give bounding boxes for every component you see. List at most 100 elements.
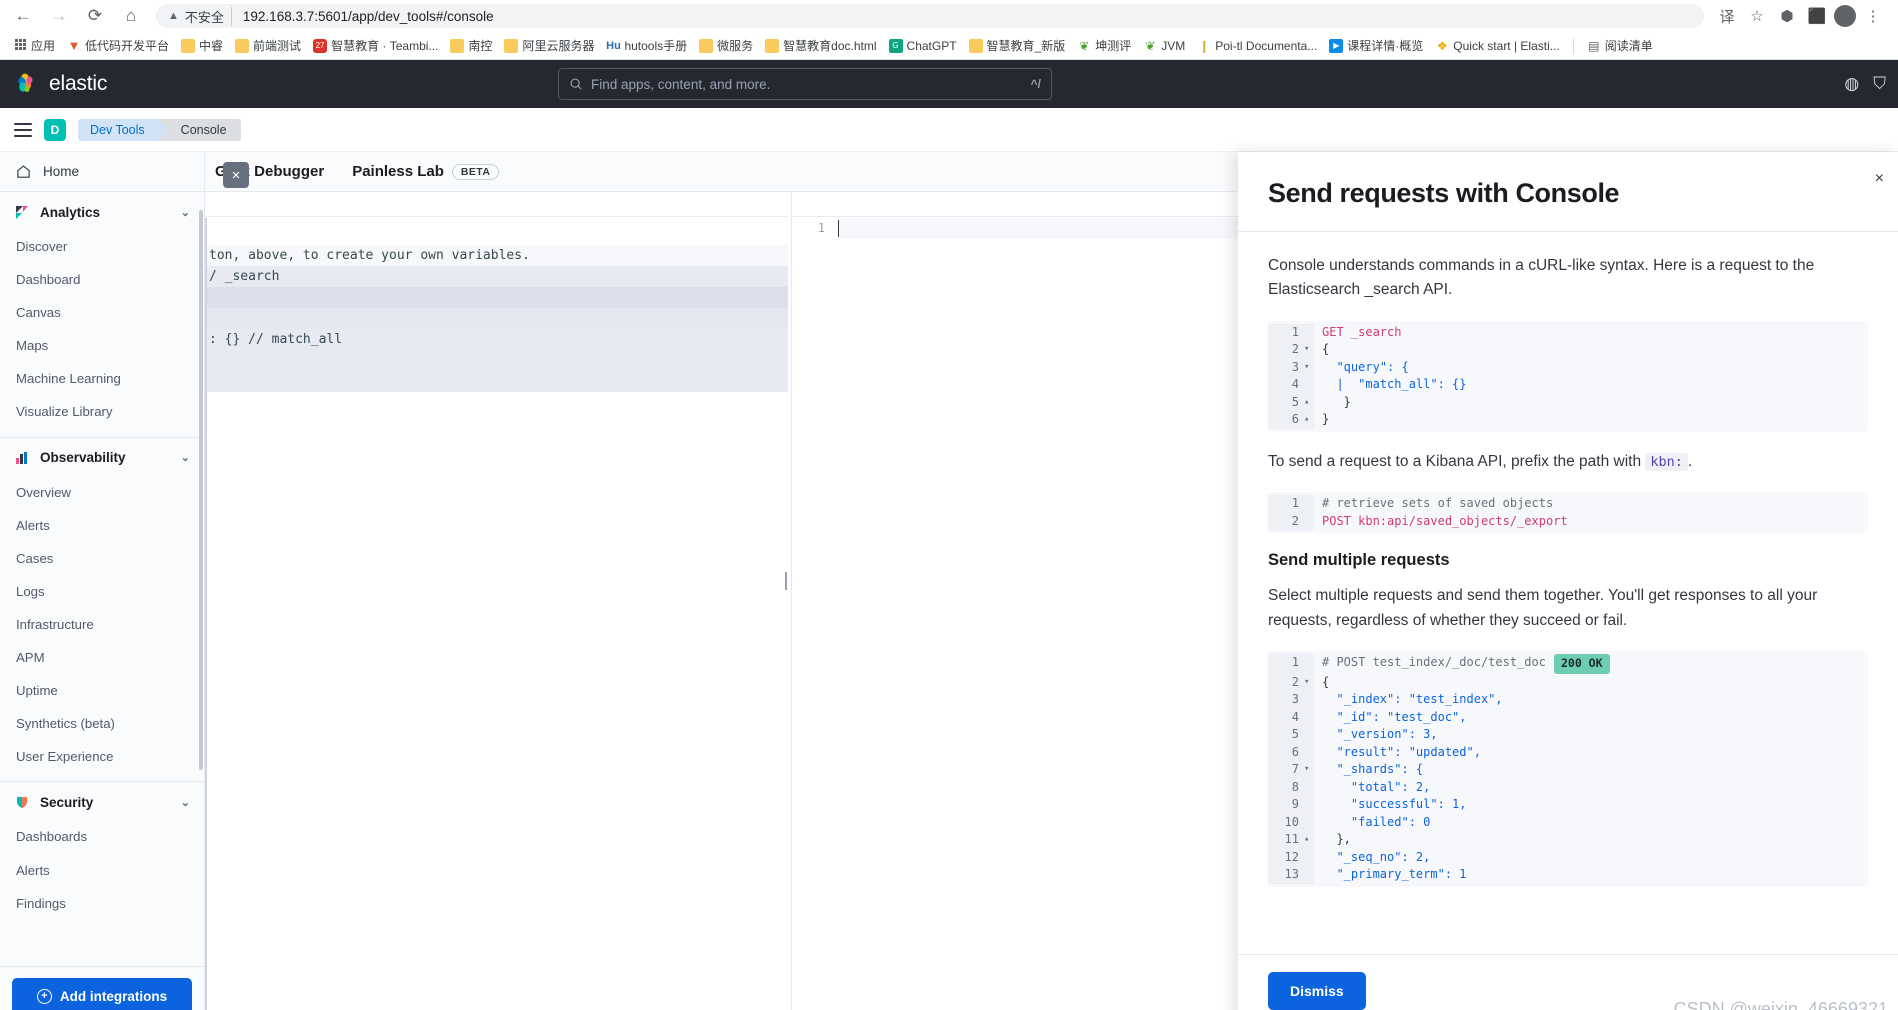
sidebar-item-machine-learning[interactable]: Machine Learning [0,362,204,395]
bookmark-apps[interactable]: 应用 [8,35,60,56]
sidebar-item-discover[interactable]: Discover [0,230,204,263]
editor-line-blank3[interactable] [205,350,788,371]
sidebar-group-observability[interactable]: Observability ⌄ [0,438,204,476]
sidebar-item-visualize-library[interactable]: Visualize Library [0,395,204,428]
bookmark-item[interactable]: 阿里云服务器 [499,35,599,56]
fold-icon[interactable]: ▴ [1304,831,1314,849]
bookmark-item[interactable]: ▶ 课程详情·概览 [1324,35,1428,56]
reload-button[interactable]: ⟳ [78,1,112,31]
back-button[interactable]: ← [6,1,40,31]
sidebar-item-findings[interactable]: Findings [0,887,204,920]
translate-icon[interactable]: 译 [1714,3,1740,29]
status-badge: 200 OK [1553,654,1610,674]
sidebar-item-logs[interactable]: Logs [0,575,204,608]
sidebar-item-synthetics[interactable]: Synthetics (beta) [0,707,204,740]
apps-grid-icon [13,38,27,53]
editor-line[interactable]: ton, above, to create your own variables… [205,245,788,266]
address-bar[interactable]: ▲ 不安全 192.168.3.7:5601/app/dev_tools#/co… [156,4,1704,28]
editor-line-blank[interactable] [205,287,788,308]
elastic-brand-label: elastic [49,72,108,95]
elastic-logo[interactable]: elastic [16,72,107,96]
code-row: 3 "_index": "test_index", [1268,691,1868,709]
fold-icon[interactable]: ▴ [1304,393,1314,412]
code-row: 2 POST kbn:api/saved_objects/_export [1268,512,1868,531]
code-row: 5 "_version": 3, [1268,726,1868,744]
forward-button[interactable]: → [42,1,76,31]
bookmark-item[interactable]: 前端测试 [230,35,306,56]
dismiss-button[interactable]: Dismiss [1268,971,1366,1010]
fold-icon[interactable]: ▾ [1304,341,1314,359]
breadcrumb-item-console[interactable]: Console [158,118,241,141]
account-icon[interactable]: ⛉ [1873,74,1886,94]
sidebar-group-security[interactable]: Security ⌄ [0,782,204,820]
code-row: 1 GET _search [1268,323,1868,342]
help-close-icon[interactable]: × [1875,170,1884,188]
bookmark-item[interactable]: 智慧教育_新版 [964,35,1071,56]
bookmark-item[interactable]: ❙ Poi-tl Documenta... [1192,37,1322,55]
bookmark-item[interactable]: 智慧教育doc.html [760,35,881,56]
profile-avatar[interactable] [1834,5,1856,27]
calendar-icon: 27 [313,38,328,53]
close-icon[interactable]: × [223,162,249,188]
bookmark-item[interactable]: Hu hutools手册 [601,35,692,56]
sidebar-item-overview[interactable]: Overview [0,476,204,509]
code-text: # POST test_index/_doc/test_doc [1322,655,1546,670]
extension-puzzle-icon[interactable]: ⬢ [1774,3,1800,29]
bookmark-item[interactable]: 中睿 [176,35,228,56]
code-text: } [1322,412,1330,427]
bookmark-item[interactable]: G ChatGPT [884,37,962,55]
extension-icon[interactable]: ⬛ [1804,3,1830,29]
editor-line[interactable]: / _search [205,266,788,287]
bookmark-item[interactable]: ❦ 坤测评 [1072,35,1136,56]
bookmark-item[interactable]: 微服务 [694,35,758,56]
global-search-input[interactable]: Find apps, content, and more. ^/ [558,68,1052,100]
code-row: 7 ▾ "_shards": { [1268,761,1868,779]
nav-menu-toggle[interactable] [14,122,32,137]
help-circle-icon[interactable]: ◍ [1844,74,1859,94]
bookmark-item[interactable]: 27 智慧教育 · Teambi... [308,35,443,56]
sidebar-item-uptime[interactable]: Uptime [0,674,204,707]
editor-line-blank4[interactable] [205,371,788,392]
sidebar-group-analytics[interactable]: Analytics ⌄ [0,192,204,230]
sidebar-item-maps[interactable]: Maps [0,329,204,362]
sidebar-item-apm[interactable]: APM [0,641,204,674]
chevron-down-icon[interactable]: ⌄ [181,796,190,809]
bookmark-item[interactable]: ▼ 低代码开发平台 [62,35,174,56]
code-line-number: 3 [1268,358,1304,377]
code-row: 8 "total": 2, [1268,778,1868,797]
fold-icon[interactable]: ▾ [1304,358,1314,377]
sidebar-scrollbar[interactable] [199,210,203,770]
sidebar-item-infrastructure[interactable]: Infrastructure [0,608,204,641]
fold-icon[interactable]: ▾ [1304,673,1314,692]
sidebar-item-user-experience[interactable]: User Experience [0,740,204,773]
chevron-down-icon[interactable]: ⌄ [181,451,190,464]
console-editor-pane[interactable]: ton, above, to create your own variables… [205,192,788,1010]
add-integrations-button[interactable]: + Add integrations [12,977,192,1010]
home-button[interactable]: ⌂ [114,1,148,31]
bookmark-item[interactable]: ❦ JVM [1138,37,1190,55]
sidebar-item-alerts-security[interactable]: Alerts [0,854,204,887]
sidebar-item-cases[interactable]: Cases [0,542,204,575]
fold-icon[interactable] [1304,323,1314,342]
fold-icon [1304,708,1314,727]
reading-list-button[interactable]: ▤ 阅读清单 [1582,35,1658,56]
breadcrumb-item-dev-tools[interactable]: Dev Tools [78,118,169,141]
editor-line-blank2[interactable] [205,308,788,329]
bookmark-star-icon[interactable]: ☆ [1744,3,1770,29]
sidebar-item-canvas[interactable]: Canvas [0,296,204,329]
bookmark-item[interactable]: 南控 [445,35,497,56]
chevron-down-icon[interactable]: ⌄ [181,206,190,219]
code-sample-2: 1 # retrieve sets of saved objects 2 POST … [1268,492,1868,534]
sidebar-item-dashboard[interactable]: Dashboard [0,263,204,296]
sidebar-item-dashboards[interactable]: Dashboards [0,820,204,853]
sidebar-item-home[interactable]: Home [0,152,204,192]
bookmarks-bar: 应用 ▼ 低代码开发平台 中睿 前端测试 27 智慧教育 · Teambi... 南… [0,32,1898,60]
chrome-menu-icon[interactable]: ⋮ [1860,3,1886,29]
sidebar-item-alerts[interactable]: Alerts [0,509,204,542]
fold-icon[interactable]: ▴ [1304,411,1314,429]
bookmark-item[interactable]: ❖ Quick start | Elasti... [1430,37,1564,55]
editor-line[interactable]: : {} // match_all [205,329,788,350]
fold-icon[interactable] [1304,376,1314,394]
fold-icon[interactable]: ▾ [1304,761,1314,779]
tab-painless-lab[interactable]: Painless Lab BETA [352,163,500,180]
